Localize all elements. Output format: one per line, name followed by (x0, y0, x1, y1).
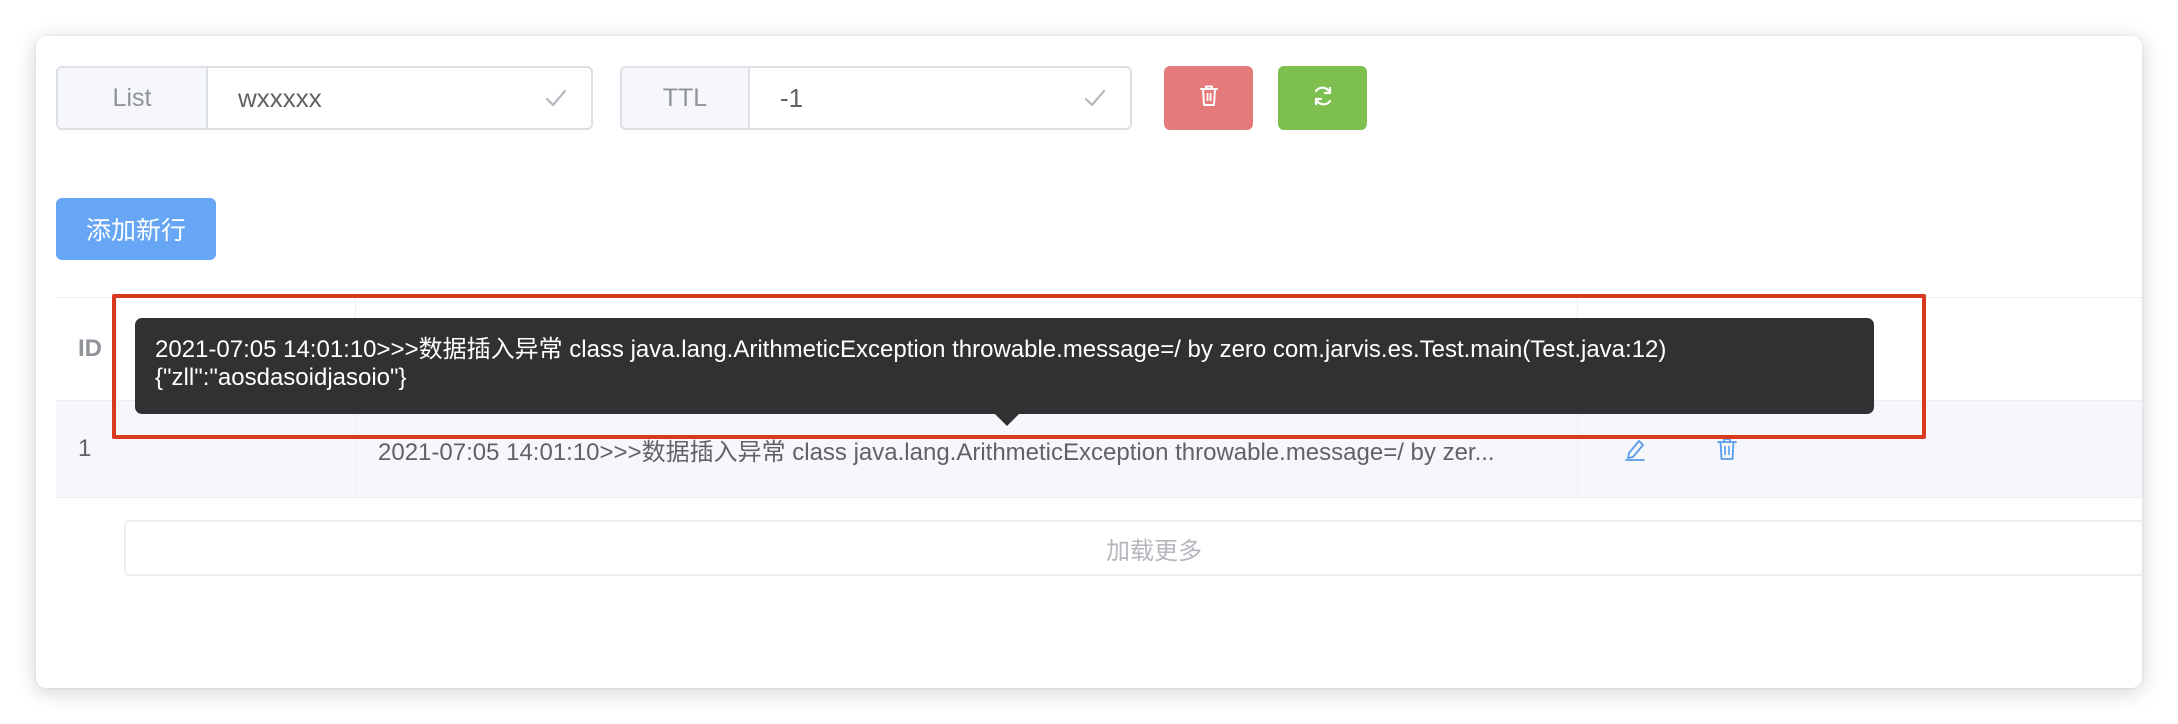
key-name-input[interactable]: wxxxxx (208, 68, 591, 128)
key-name-value: wxxxxx (238, 82, 322, 113)
check-icon[interactable] (543, 85, 569, 111)
row-actions-cell (1578, 401, 2142, 497)
tooltip-line-1: 2021-07:05 14:01:10>>>数据插入异常 class java.… (155, 336, 1667, 363)
redis-value-panel: List wxxxxx TTL -1 添加新行 ID 1 2021-07:05 … (36, 36, 2142, 688)
key-name-input-group: List wxxxxx (56, 66, 593, 130)
row-id-cell: 1 (56, 401, 356, 497)
refresh-icon (1311, 84, 1335, 113)
check-icon[interactable] (1082, 85, 1108, 111)
tooltip-arrow (995, 414, 1019, 426)
tooltip-line-2: {"zll":"aosdasoidjasoio"} (155, 364, 407, 391)
table-row[interactable]: 1 2021-07:05 14:01:10>>>数据插入异常 class jav… (56, 401, 2142, 498)
ttl-input-group: TTL -1 (620, 66, 1132, 130)
ttl-label: TTL (622, 68, 750, 128)
table-body: 1 2021-07:05 14:01:10>>>数据插入异常 class jav… (56, 401, 2142, 498)
delete-icon[interactable] (1712, 434, 1742, 464)
ttl-input[interactable]: -1 (750, 68, 1130, 128)
row-value-cell[interactable]: 2021-07:05 14:01:10>>>数据插入异常 class java.… (356, 401, 1578, 497)
edit-icon[interactable] (1620, 434, 1650, 464)
refresh-button[interactable] (1278, 66, 1367, 130)
trash-icon (1198, 84, 1220, 113)
load-more-button[interactable]: 加载更多 (124, 520, 2142, 576)
value-tooltip: 2021-07:05 14:01:10>>>数据插入异常 class java.… (135, 318, 1874, 414)
add-row-button[interactable]: 添加新行 (56, 198, 216, 260)
key-type-label: List (58, 68, 208, 128)
ttl-value: -1 (780, 82, 804, 113)
delete-key-button[interactable] (1164, 66, 1253, 130)
